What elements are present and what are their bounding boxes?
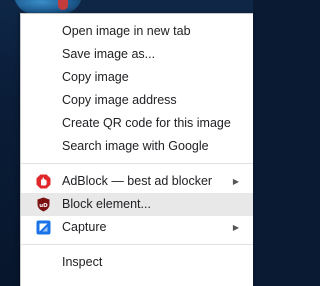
menu-item-label: AdBlock — best ad blocker (62, 174, 213, 188)
menu-item-label: Search image with Google (62, 139, 209, 153)
background-image-accent (58, 0, 68, 10)
menu-item-adblock[interactable]: AdBlock — best ad blocker ▶ (21, 170, 253, 193)
menu-group-extensions: AdBlock — best ad blocker ▶ uD Block ele… (21, 164, 253, 244)
menu-item-label: Capture (62, 220, 107, 234)
context-menu: Open image in new tab Save image as... C… (20, 13, 253, 286)
menu-group-image: Open image in new tab Save image as... C… (21, 14, 253, 163)
menu-item-label: Inspect (62, 255, 103, 269)
menu-item-label: Copy image address (62, 93, 177, 107)
menu-item-label: Block element... (62, 197, 151, 211)
menu-item-search-image-google[interactable]: Search image with Google (21, 135, 253, 158)
menu-item-label: Save image as... (62, 47, 156, 61)
menu-item-inspect[interactable]: Inspect (21, 251, 253, 274)
menu-item-open-image-new-tab[interactable]: Open image in new tab (21, 20, 253, 43)
menu-item-save-image-as[interactable]: Save image as... (21, 43, 253, 66)
background-image (14, 0, 82, 14)
menu-item-label: Open image in new tab (62, 24, 191, 38)
capture-icon (36, 220, 51, 235)
menu-item-block-element[interactable]: uD Block element... (21, 193, 253, 216)
menu-item-copy-image-address[interactable]: Copy image address (21, 89, 253, 112)
menu-item-label: Create QR code for this image (62, 116, 231, 130)
submenu-arrow-icon: ▶ (232, 177, 239, 186)
ublock-origin-icon: uD (36, 197, 51, 212)
adblock-icon (36, 174, 51, 189)
menu-item-create-qr-code[interactable]: Create QR code for this image (21, 112, 253, 135)
menu-group-devtools: Inspect (21, 245, 253, 279)
menu-item-copy-image[interactable]: Copy image (21, 66, 253, 89)
svg-text:uD: uD (39, 203, 48, 209)
menu-item-label: Copy image (62, 70, 129, 84)
menu-item-capture[interactable]: Capture ▶ (21, 216, 253, 239)
submenu-arrow-icon: ▶ (232, 223, 239, 232)
